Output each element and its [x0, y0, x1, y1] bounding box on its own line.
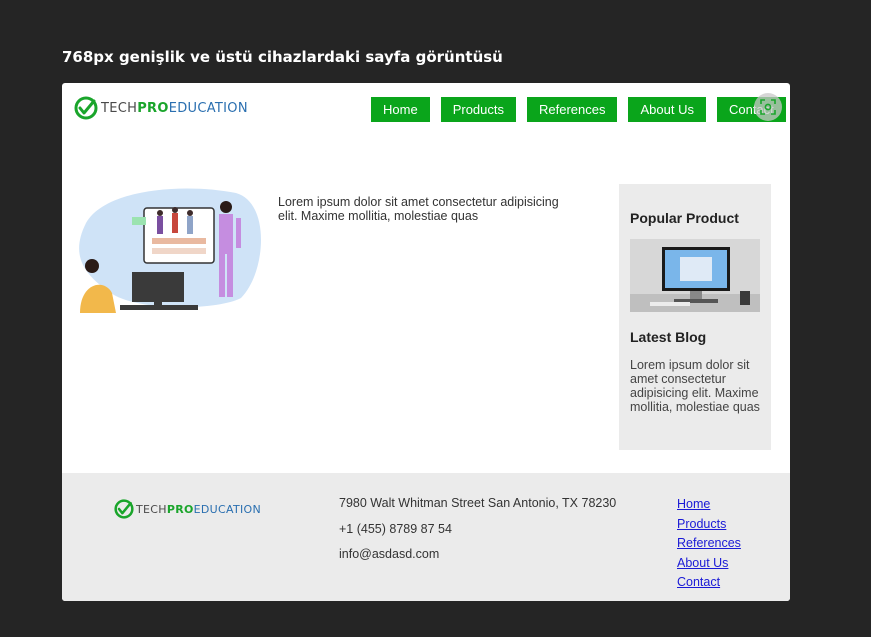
- footer-link-products[interactable]: Products: [677, 516, 741, 536]
- address-text: 7980 Walt Whitman Street San Antonio, TX…: [339, 496, 617, 510]
- footer-logo[interactable]: TECHPROEDUCATION: [114, 499, 261, 519]
- footer-link-about-us[interactable]: About Us: [677, 555, 741, 575]
- main-nav: Home Products References About Us Contac…: [371, 97, 786, 122]
- footer-links: Home Products References About Us Contac…: [677, 496, 741, 594]
- nav-about-us[interactable]: About Us: [628, 97, 706, 122]
- footer: TECHPROEDUCATION 7980 Walt Whitman Stree…: [62, 473, 790, 601]
- footer-link-home[interactable]: Home: [677, 496, 741, 516]
- footer-link-contact[interactable]: Contact: [677, 574, 741, 594]
- contact-info: 7980 Walt Whitman Street San Antonio, TX…: [339, 495, 616, 572]
- latest-blog-title: Latest Blog: [630, 329, 707, 345]
- brand-name: TECHPROEDUCATION: [101, 100, 248, 116]
- nav-home[interactable]: Home: [371, 97, 430, 122]
- hero-illustration: [79, 188, 261, 313]
- sidebar: Popular Product Latest Blog Lorem ipsum …: [619, 184, 771, 450]
- latest-blog-text: Lorem ipsum dolor sit amet consectetur a…: [630, 358, 760, 414]
- website-preview: TECHPROEDUCATION Home Products Reference…: [62, 83, 790, 601]
- popular-product-title: Popular Product: [630, 210, 739, 226]
- phone-text: +1 (455) 8789 87 54: [339, 521, 452, 536]
- brand-name: TECHPROEDUCATION: [136, 502, 261, 516]
- nav-products[interactable]: Products: [440, 97, 516, 122]
- nav-references[interactable]: References: [527, 97, 618, 122]
- checkmark-logo-icon: [74, 96, 98, 120]
- footer-link-references[interactable]: References: [677, 535, 741, 555]
- email-text: info@asdasd.com: [339, 547, 440, 561]
- product-image[interactable]: [630, 239, 760, 312]
- page-caption: 768px genişlik ve üstü cihazlardaki sayf…: [62, 48, 503, 66]
- hero-text: Lorem ipsum dolor sit amet consectetur a…: [278, 195, 559, 223]
- header-logo[interactable]: TECHPROEDUCATION: [74, 96, 248, 120]
- checkmark-logo-icon: [114, 499, 134, 519]
- scan-icon[interactable]: [754, 93, 782, 121]
